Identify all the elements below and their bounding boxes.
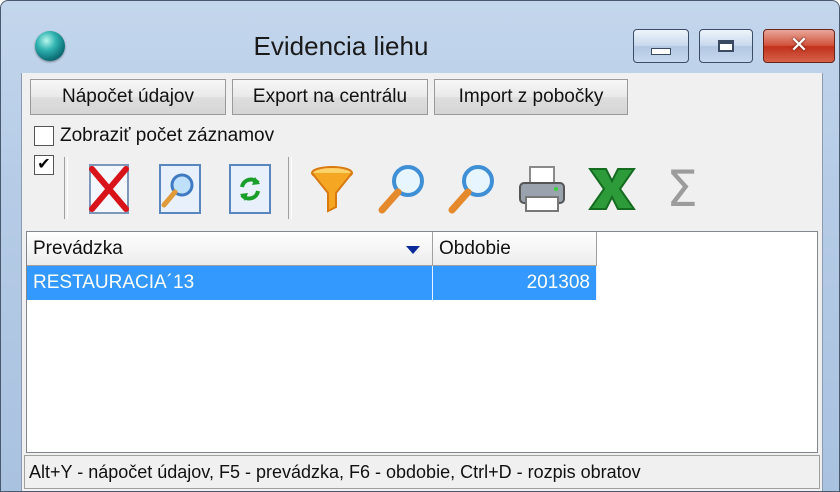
recalc-button[interactable]: Nápočet údajov <box>30 79 226 115</box>
minimize-button[interactable] <box>633 29 689 63</box>
table-row[interactable]: RESTAURACIA´13 201308 <box>27 266 597 300</box>
show-count-label: Zobraziť počet záznamov <box>60 125 275 146</box>
sort-arrow-icon[interactable] <box>406 246 420 254</box>
import-button[interactable]: Import z pobočky <box>434 79 628 115</box>
data-grid[interactable]: Prevádzka Obdobie RESTAURACIA´13 201308 <box>26 231 818 453</box>
grid-header: Prevádzka Obdobie <box>27 232 597 266</box>
preview-icon[interactable] <box>152 161 208 217</box>
column-label: Prevádzka <box>33 237 123 259</box>
window-title: Evidencia liehu <box>253 31 429 61</box>
maximize-button[interactable] <box>699 29 753 63</box>
cell-prevadzka[interactable]: RESTAURACIA´13 <box>27 266 433 300</box>
show-count-checkbox[interactable] <box>34 126 54 146</box>
delete-icon[interactable] <box>82 161 138 217</box>
client-area: Nápočet údajov Export na centrálu Import… <box>21 73 823 491</box>
column-header-obdobie[interactable]: Obdobie <box>433 232 597 266</box>
excel-icon[interactable] <box>584 161 640 217</box>
toolbar-checkbox[interactable]: ✔ <box>34 155 54 175</box>
title-bar[interactable]: Evidencia liehu ✕ <box>1 1 839 71</box>
toolbar-separator <box>64 157 68 219</box>
app-window: Evidencia liehu ✕ Nápočet údajov Export … <box>0 0 840 492</box>
export-button[interactable]: Export na centrálu <box>232 79 428 115</box>
sum-icon[interactable]: Σ <box>654 161 710 217</box>
maximize-icon <box>718 40 734 52</box>
column-label: Obdobie <box>439 237 511 259</box>
status-bar: Alt+Y - nápočet údajov, F5 - prevádzka, … <box>24 455 820 489</box>
print-icon[interactable] <box>514 161 570 217</box>
close-icon: ✕ <box>789 33 809 58</box>
filter-icon[interactable] <box>304 161 360 217</box>
refresh-icon[interactable] <box>222 161 278 217</box>
cell-obdobie[interactable]: 201308 <box>433 266 597 300</box>
column-header-prevadzka[interactable]: Prevádzka <box>27 232 433 266</box>
search-icon[interactable] <box>374 161 430 217</box>
search-next-icon[interactable] <box>444 161 500 217</box>
toolbar: ✔ Σ <box>30 153 790 223</box>
show-count-option[interactable]: Zobraziť počet záznamov <box>34 123 274 149</box>
minimize-icon <box>651 47 671 55</box>
toolbar-separator <box>288 157 292 219</box>
close-button[interactable]: ✕ <box>763 29 835 63</box>
